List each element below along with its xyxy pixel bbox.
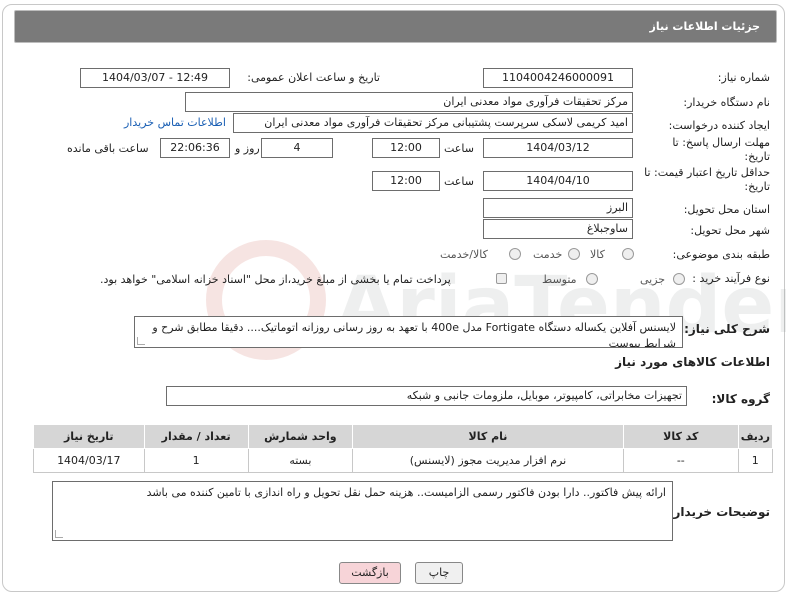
city-label: شهر محل تحویل: xyxy=(690,224,770,237)
category-service-label: خدمت xyxy=(533,248,563,261)
resize-handle[interactable] xyxy=(137,337,145,345)
cell-qty: 1 xyxy=(143,448,249,473)
contact-info-link[interactable]: اطلاعات تماس خریدار xyxy=(124,116,226,129)
back-button[interactable]: بازگشت xyxy=(339,562,401,584)
reply-hour-label: ساعت xyxy=(444,142,474,155)
col-code-header: کد کالا xyxy=(622,424,739,449)
cell-date: 1404/03/17 xyxy=(33,448,145,473)
province-field: البرز xyxy=(483,198,633,218)
category-goods-radio[interactable] xyxy=(622,248,634,260)
goods-group-field: تجهیزات مخابراتی، کامپیوتر، موبایل، ملزو… xyxy=(166,386,687,406)
price-time-field: 12:00 xyxy=(372,171,440,191)
category-goods-label: کالا xyxy=(590,248,605,261)
col-row-header: ردیف xyxy=(737,424,774,449)
table-header-row: ردیف کد کالا نام کالا واحد شمارش تعداد /… xyxy=(33,424,774,449)
col-date-header: تاریخ نیاز xyxy=(33,424,145,449)
reply-time-field: 12:00 xyxy=(372,138,440,158)
table-row: 1 -- نرم افزار مدیریت مجوز (لایسنس) بسته… xyxy=(33,448,774,473)
announce-field: 1404/03/07 - 12:49 xyxy=(80,68,230,88)
process-medium-radio[interactable] xyxy=(586,273,598,285)
price-hour-label: ساعت xyxy=(444,175,474,188)
buyer-org-label: نام دستگاه خریدار: xyxy=(683,96,770,109)
buyer-notes-textarea[interactable]: ارائه پیش فاکتور.. دارا بودن فاکتور رسمی… xyxy=(52,481,673,541)
cell-name: نرم افزار مدیریت مجوز (لایسنس) xyxy=(351,448,624,473)
requester-label: ایجاد کننده درخواست: xyxy=(668,119,770,132)
description-textarea[interactable]: لایسنس آفلاین یکساله دستگاه Fortigate مد… xyxy=(134,316,683,348)
goods-table: ردیف کد کالا نام کالا واحد شمارش تعداد /… xyxy=(33,424,774,473)
col-unit-header: واحد شمارش xyxy=(247,424,353,449)
col-name-header: نام کالا xyxy=(351,424,624,449)
process-minor-radio[interactable] xyxy=(673,273,685,285)
province-label: استان محل تحویل: xyxy=(683,203,770,216)
requester-field: امید کریمی لاسکی سرپرست پشتیبانی مرکز تح… xyxy=(233,113,633,133)
page-header: جزئیات اطلاعات نیاز xyxy=(14,10,777,43)
buyer-notes-label: توضیحات خریدار: xyxy=(668,505,770,519)
remaining-label: ساعت باقی مانده xyxy=(67,142,149,155)
col-qty-header: تعداد / مقدار xyxy=(143,424,249,449)
cell-unit: بسته xyxy=(247,448,353,473)
goods-group-label: گروه کالا: xyxy=(711,392,770,406)
goods-section-title: اطلاعات کالاهای مورد نیاز xyxy=(615,355,770,369)
days-field: 4 xyxy=(261,138,333,158)
cell-code: -- xyxy=(622,448,739,473)
reply-deadline-label: مهلت ارسال پاسخ: تا تاریخ: xyxy=(672,136,770,163)
city-field: ساوجبلاغ xyxy=(483,219,633,239)
need-number-label: شماره نیاز: xyxy=(717,71,770,84)
description-label: شرح کلی نیاز: xyxy=(684,322,770,336)
process-minor-label: جزیی xyxy=(640,273,666,286)
treasury-checkbox[interactable] xyxy=(496,273,507,284)
remaining-time-field: 22:06:36 xyxy=(160,138,230,158)
resize-handle[interactable] xyxy=(55,530,63,538)
category-both-label: کالا/خدمت xyxy=(440,248,488,261)
reply-date-field: 1404/03/12 xyxy=(483,138,633,158)
price-validity-label: حداقل تاریخ اعتبار قیمت: تا تاریخ: xyxy=(644,166,770,193)
need-number-field: 1104004246000091 xyxy=(483,68,633,88)
category-label: طبقه بندی موضوعی: xyxy=(672,248,770,261)
buyer-org-field: مرکز تحقیقات فرآوری مواد معدنی ایران xyxy=(185,92,633,112)
process-medium-label: متوسط xyxy=(542,273,577,286)
print-button[interactable]: چاپ xyxy=(415,562,463,584)
price-date-field: 1404/04/10 xyxy=(483,171,633,191)
buyer-notes-text: ارائه پیش فاکتور.. دارا بودن فاکتور رسمی… xyxy=(146,486,666,499)
process-label: نوع فرآیند خرید : xyxy=(692,272,770,285)
payment-note: پرداخت تمام یا بخشی از مبلغ خرید،از محل … xyxy=(100,273,451,286)
category-both-radio[interactable] xyxy=(509,248,521,260)
category-service-radio[interactable] xyxy=(568,248,580,260)
page-title: جزئیات اطلاعات نیاز xyxy=(649,20,761,33)
announce-label: تاریخ و ساعت اعلان عمومی: xyxy=(247,71,380,84)
cell-row: 1 xyxy=(737,448,774,473)
description-text: لایسنس آفلاین یکساله دستگاه Fortigate مد… xyxy=(152,321,676,348)
days-label: روز و xyxy=(235,142,260,155)
